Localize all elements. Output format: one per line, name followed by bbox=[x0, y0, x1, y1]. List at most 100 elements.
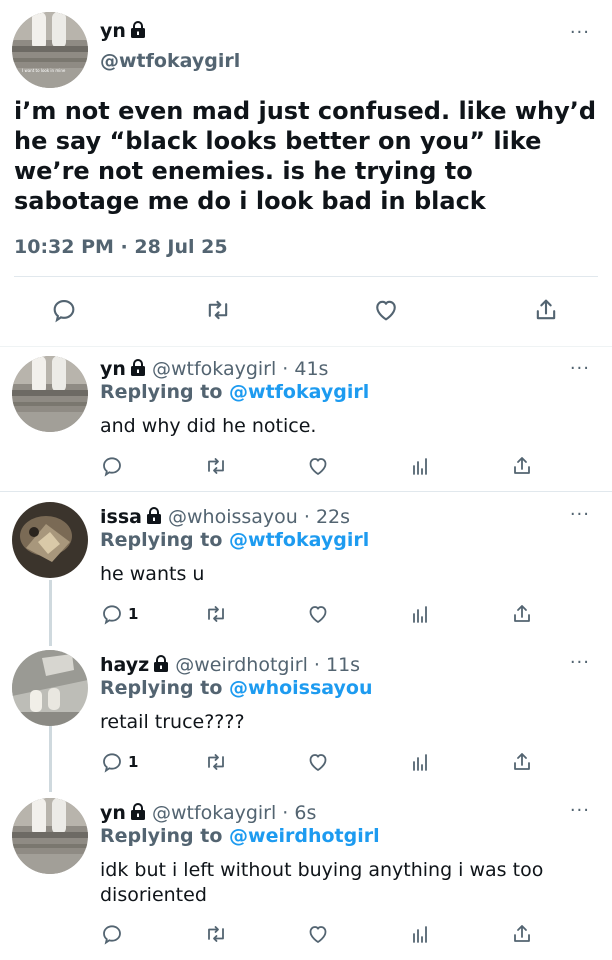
like-button[interactable] bbox=[306, 750, 330, 774]
reply-text: retail truce???? bbox=[100, 711, 245, 733]
reply-tweet[interactable]: hayz @weirdhotgirl · 11s ··· Replying to… bbox=[0, 640, 612, 788]
more-options-icon[interactable]: ··· bbox=[570, 504, 590, 525]
more-options-icon[interactable]: ··· bbox=[570, 800, 590, 821]
like-button[interactable] bbox=[372, 296, 400, 324]
reply-header: yn @wtfokaygirl · 41s bbox=[100, 358, 328, 380]
share-button[interactable] bbox=[510, 750, 534, 774]
replying-to: Replying to @wtfokaygirl bbox=[100, 381, 370, 403]
like-icon bbox=[306, 922, 330, 946]
retweet-button[interactable] bbox=[204, 750, 228, 774]
reply-text: idk but i left without buying anything i… bbox=[100, 859, 544, 906]
main-tweet: I want to look in mine yn @wtfokaygirl ·… bbox=[0, 0, 612, 347]
share-icon bbox=[510, 922, 534, 946]
avatar[interactable] bbox=[12, 356, 88, 432]
tweet-actions bbox=[0, 296, 612, 326]
share-icon bbox=[510, 602, 534, 626]
tweet-text: i’m not even mad just confused. like why… bbox=[14, 97, 597, 215]
like-icon bbox=[306, 602, 330, 626]
avatar[interactable]: I want to look in mine bbox=[12, 12, 88, 88]
reply-button[interactable] bbox=[100, 922, 128, 946]
retweet-button[interactable] bbox=[204, 602, 228, 626]
reply-tweet[interactable]: yn @wtfokaygirl · 41s ··· Replying to @w… bbox=[0, 346, 612, 491]
retweet-icon bbox=[204, 454, 228, 478]
retweet-button[interactable] bbox=[204, 922, 228, 946]
views-button[interactable] bbox=[408, 922, 432, 946]
like-button[interactable] bbox=[306, 922, 330, 946]
share-icon bbox=[510, 454, 534, 478]
replying-to: Replying to @weirdhotgirl bbox=[100, 825, 380, 847]
retweet-button[interactable] bbox=[204, 454, 228, 478]
replying-to: Replying to @wtfokaygirl bbox=[100, 529, 370, 551]
lock-icon bbox=[130, 359, 146, 377]
reply-button[interactable] bbox=[100, 454, 128, 478]
views-button[interactable] bbox=[408, 602, 432, 626]
lock-icon bbox=[146, 507, 162, 525]
avatar[interactable] bbox=[12, 502, 88, 578]
handle-time[interactable]: @weirdhotgirl · 11s bbox=[175, 654, 360, 676]
display-name[interactable]: yn bbox=[100, 802, 126, 824]
stats-icon bbox=[408, 750, 432, 774]
replying-to-link[interactable]: @weirdhotgirl bbox=[229, 825, 380, 847]
views-button[interactable] bbox=[408, 454, 432, 478]
share-icon bbox=[532, 296, 560, 324]
more-options-icon[interactable]: ··· bbox=[570, 652, 590, 673]
share-button[interactable] bbox=[510, 454, 534, 478]
avatar[interactable] bbox=[12, 798, 88, 874]
more-options-icon[interactable]: ··· bbox=[570, 22, 590, 43]
share-button[interactable] bbox=[532, 296, 560, 324]
share-icon bbox=[510, 750, 534, 774]
reply-tweet[interactable]: issa @whoissayou · 22s ··· Replying to @… bbox=[0, 492, 612, 640]
handle-time[interactable]: @whoissayou · 22s bbox=[168, 506, 350, 528]
handle[interactable]: @wtfokaygirl bbox=[100, 50, 240, 72]
display-name[interactable]: issa bbox=[100, 506, 142, 528]
lock-icon bbox=[130, 803, 146, 821]
share-button[interactable] bbox=[510, 602, 534, 626]
reply-actions: 1 bbox=[0, 750, 612, 780]
display-name[interactable]: yn bbox=[100, 20, 146, 42]
replying-to-link[interactable]: @whoissayou bbox=[229, 677, 372, 699]
more-options-icon[interactable]: ··· bbox=[570, 358, 590, 379]
reply-actions bbox=[0, 454, 612, 484]
avatar[interactable] bbox=[12, 650, 88, 726]
reply-icon bbox=[50, 296, 78, 324]
replying-to-link[interactable]: @wtfokaygirl bbox=[229, 381, 369, 403]
share-button[interactable] bbox=[510, 922, 534, 946]
replying-to: Replying to @whoissayou bbox=[100, 677, 373, 699]
tweet-timestamp[interactable]: 10:32 PM · 28 Jul 25 bbox=[14, 236, 228, 258]
reply-icon bbox=[100, 602, 124, 626]
views-button[interactable] bbox=[408, 750, 432, 774]
replying-to-link[interactable]: @wtfokaygirl bbox=[229, 529, 369, 551]
display-name[interactable]: hayz bbox=[100, 654, 149, 676]
reply-button[interactable] bbox=[50, 296, 78, 324]
reply-text: he wants u bbox=[100, 563, 205, 585]
like-icon bbox=[372, 296, 400, 324]
retweet-icon bbox=[204, 750, 228, 774]
reply-icon bbox=[100, 454, 124, 478]
reply-text: and why did he notice. bbox=[100, 415, 317, 437]
stats-icon bbox=[408, 922, 432, 946]
like-icon bbox=[306, 454, 330, 478]
like-button[interactable] bbox=[306, 454, 330, 478]
reply-button[interactable]: 1 bbox=[100, 750, 138, 774]
retweet-icon bbox=[204, 922, 228, 946]
reply-tweet[interactable]: yn @wtfokaygirl · 6s ··· Replying to @we… bbox=[0, 788, 612, 960]
lock-icon bbox=[130, 21, 146, 39]
stats-icon bbox=[408, 602, 432, 626]
reply-header: issa @whoissayou · 22s bbox=[100, 506, 350, 528]
handle-time[interactable]: @wtfokaygirl · 6s bbox=[152, 802, 316, 824]
like-button[interactable] bbox=[306, 602, 330, 626]
reply-header: hayz @weirdhotgirl · 11s bbox=[100, 654, 360, 676]
avatar-caption: I want to look in mine bbox=[22, 68, 66, 73]
reply-actions: 1 bbox=[0, 602, 612, 632]
retweet-button[interactable] bbox=[204, 296, 232, 324]
reply-icon bbox=[100, 750, 124, 774]
display-name[interactable]: yn bbox=[100, 358, 126, 380]
reply-header: yn @wtfokaygirl · 6s bbox=[100, 802, 316, 824]
reply-count: 1 bbox=[128, 605, 139, 623]
divider bbox=[14, 276, 598, 277]
retweet-icon bbox=[204, 296, 232, 324]
stats-icon bbox=[408, 454, 432, 478]
like-icon bbox=[306, 750, 330, 774]
reply-button[interactable]: 1 bbox=[100, 602, 138, 626]
handle-time[interactable]: @wtfokaygirl · 41s bbox=[152, 358, 328, 380]
